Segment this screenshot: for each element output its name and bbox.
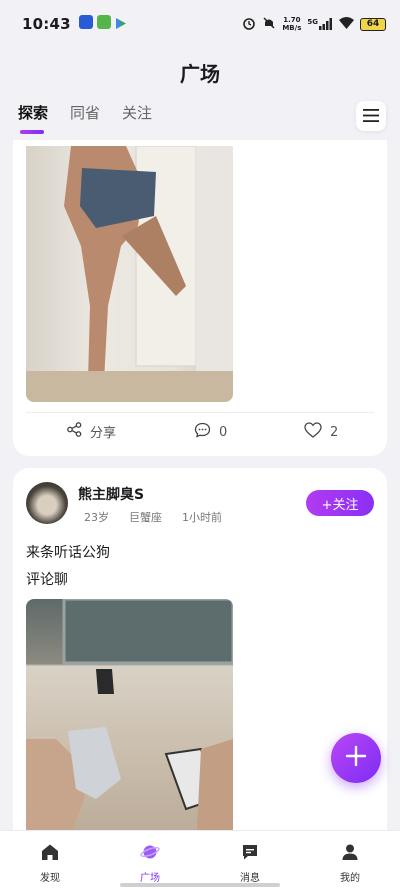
mute-icon <box>262 16 276 32</box>
follow-button[interactable]: +关注 <box>306 490 374 516</box>
post-actions: 分享 0 2 <box>13 422 387 444</box>
nav-label: 我的 <box>340 873 360 884</box>
net-speed-unit: MB/s <box>282 24 302 32</box>
notification-icons <box>78 14 127 34</box>
nav-discover[interactable]: 发现 <box>0 831 100 889</box>
author-meta: 23岁 巨蟹座 1小时前 <box>84 509 222 525</box>
play-store-icon <box>115 15 127 34</box>
author-age: 23岁 <box>84 511 109 524</box>
feed-tabs: 探索 同省 关注 <box>18 102 152 134</box>
post-time: 1小时前 <box>182 511 222 524</box>
status-indicators: 1.70 MB/s 5G 64 <box>242 16 386 32</box>
home-indicator[interactable] <box>120 883 280 887</box>
nav-label: 发现 <box>40 873 60 884</box>
alarm-icon <box>242 16 256 32</box>
post-image[interactable] <box>26 146 233 402</box>
wifi-icon <box>339 17 354 31</box>
tab-following[interactable]: 关注 <box>122 102 152 123</box>
post-text-line: 来条听话公狗 <box>26 545 110 561</box>
status-bar: 10:43 1.70 MB/s 5G 64 <box>0 0 400 48</box>
nav-profile[interactable]: 我的 <box>300 831 400 889</box>
create-post-button[interactable] <box>331 733 381 783</box>
post-text: 来条听话公狗 评论聊 <box>26 540 110 594</box>
signal-icon: 5G <box>307 18 333 30</box>
nav-label: 消息 <box>240 873 260 884</box>
author-name[interactable]: 熊主脚臭S <box>78 484 144 504</box>
app-notification-icon <box>78 14 93 29</box>
hamburger-icon <box>363 107 379 126</box>
plus-icon <box>345 745 367 771</box>
share-button[interactable]: 分享 <box>67 422 116 441</box>
status-time: 10:43 <box>22 15 71 33</box>
message-icon <box>241 843 259 864</box>
nav-label: 广场 <box>140 873 160 884</box>
post-image[interactable] <box>26 599 233 848</box>
like-count: 2 <box>330 424 339 440</box>
comment-button[interactable]: 0 <box>194 422 227 442</box>
profile-icon <box>341 843 359 864</box>
post-card: 分享 0 2 <box>13 140 387 456</box>
comment-count: 0 <box>219 424 228 440</box>
bottom-nav: 发现 广场 消息 我的 <box>0 830 400 889</box>
battery-indicator: 64 <box>360 17 386 31</box>
tab-same-province[interactable]: 同省 <box>70 102 100 123</box>
net-speed-value: 1.70 <box>283 16 301 24</box>
nav-plaza[interactable]: 广场 <box>100 831 200 889</box>
heart-icon <box>304 422 322 442</box>
nav-messages[interactable]: 消息 <box>200 831 300 889</box>
comment-icon <box>194 422 211 442</box>
net-speed: 1.70 MB/s <box>282 16 301 32</box>
tab-explore[interactable]: 探索 <box>18 102 48 134</box>
share-label: 分享 <box>90 426 117 441</box>
avatar[interactable] <box>26 482 68 524</box>
network-type: 5G <box>307 18 318 26</box>
app-notification-icon <box>96 14 111 29</box>
post-card: 熊主脚臭S 23岁 巨蟹座 1小时前 +关注 来条听话公狗 评论聊 <box>13 468 387 848</box>
menu-button[interactable] <box>356 101 386 131</box>
share-icon <box>67 422 82 441</box>
divider <box>26 412 374 413</box>
post-text-line: 评论聊 <box>26 572 68 588</box>
like-button[interactable]: 2 <box>304 422 338 442</box>
home-icon <box>41 843 59 864</box>
post-author-row: 熊主脚臭S 23岁 巨蟹座 1小时前 +关注 <box>26 482 374 526</box>
planet-icon <box>140 843 160 864</box>
page-title: 广场 <box>180 62 220 86</box>
author-zodiac: 巨蟹座 <box>129 511 162 524</box>
